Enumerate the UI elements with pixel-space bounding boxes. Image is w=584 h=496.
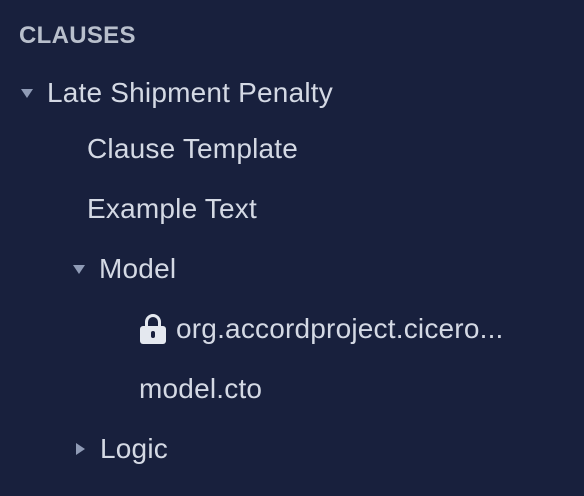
tree-item-label: model.cto (139, 373, 263, 404)
tree-item-example-text[interactable]: Example Text (87, 189, 257, 229)
tree-item-label: Late Shipment Penalty (47, 77, 333, 108)
lock-icon (140, 314, 166, 344)
tree-item-label: Logic (100, 433, 168, 464)
tree-item-label: Example Text (87, 193, 257, 224)
tree-item-label: Model (99, 253, 177, 284)
caret-down-icon[interactable] (73, 264, 85, 274)
tree-item-logic[interactable]: Logic (76, 429, 168, 469)
tree-item-label: Clause Template (87, 133, 299, 164)
tree-item-model-cto[interactable]: model.cto (139, 369, 262, 409)
tree-item-label: org.accordproject.cicero... (176, 313, 504, 344)
tree-item-model-file-locked[interactable]: org.accordproject.cicero... (140, 309, 504, 349)
caret-right-icon[interactable] (76, 443, 85, 455)
clauses-panel: CLAUSES Late Shipment Penalty Clause Tem… (0, 0, 584, 496)
caret-down-icon[interactable] (21, 88, 33, 98)
tree-item-model[interactable]: Model (73, 249, 176, 289)
tree-item-late-shipment-penalty[interactable]: Late Shipment Penalty (21, 73, 333, 113)
section-header: CLAUSES (19, 22, 136, 49)
tree-item-clause-template[interactable]: Clause Template (87, 129, 298, 169)
